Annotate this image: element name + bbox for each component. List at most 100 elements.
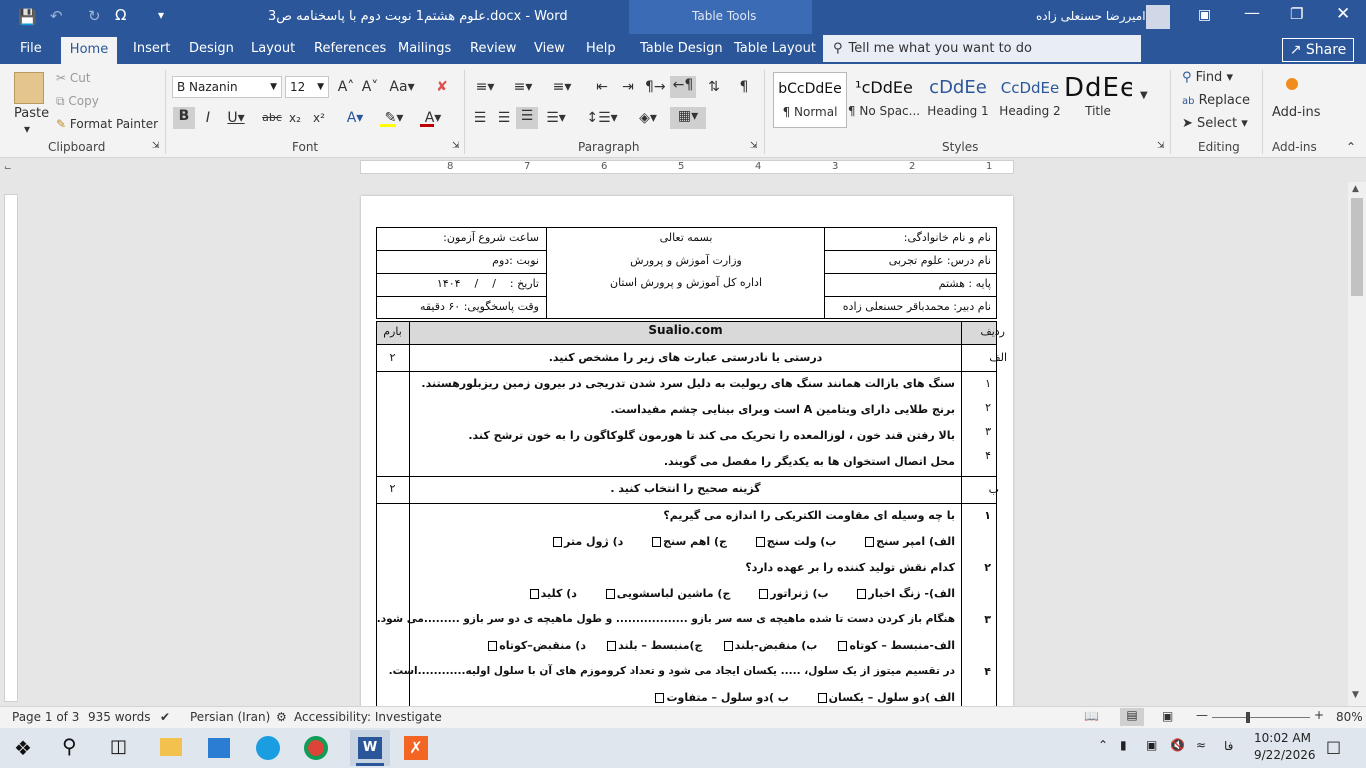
scroll-down-icon[interactable]: ▼ — [1352, 690, 1359, 700]
checkbox[interactable] — [655, 693, 665, 703]
tab-home[interactable]: Home — [61, 37, 117, 64]
print-layout-icon[interactable]: ▤ — [1120, 708, 1144, 726]
document-page[interactable]: نام و نام خانوادگی: نام درس: علوم تجربی … — [361, 196, 1013, 716]
language[interactable]: Persian (Iran) — [190, 710, 270, 724]
superscript-button[interactable]: x² — [310, 109, 328, 127]
grow-font-icon[interactable]: A˄ — [336, 78, 356, 96]
paste-icon[interactable] — [14, 72, 44, 104]
tab-table-design[interactable]: Table Design — [634, 34, 729, 64]
strikethrough-button[interactable]: abc — [262, 109, 282, 127]
justify-icon[interactable]: ☰▾ — [542, 109, 570, 127]
tab-selector-icon[interactable]: ⌙ — [4, 163, 12, 173]
checkbox[interactable] — [759, 589, 769, 599]
checkbox[interactable] — [857, 589, 867, 599]
checkbox[interactable] — [553, 537, 563, 547]
style-normal[interactable]: bCcDdEe ¶ Normal — [773, 72, 847, 128]
tell-me-search[interactable]: ⚲ Tell me what you want to do — [823, 35, 1141, 62]
font-launcher-icon[interactable]: ⇲ — [452, 141, 460, 151]
copy-button[interactable]: ⧉ Copy — [56, 94, 99, 109]
volume-muted-icon[interactable]: 🔇 — [1170, 738, 1185, 752]
find-button[interactable]: ⚲ Find ▾ — [1182, 70, 1233, 85]
format-painter-button[interactable]: ✎ Format Painter — [56, 117, 158, 131]
cut-button[interactable]: ✂ Cut — [56, 71, 91, 85]
tab-mailings[interactable]: Mailings — [392, 34, 457, 64]
tab-review[interactable]: Review — [464, 34, 522, 64]
clock-time[interactable]: 10:02 AM — [1254, 731, 1311, 745]
borders-icon[interactable]: ▦▾ — [670, 107, 706, 129]
add-ins-button[interactable]: Add-ins — [1272, 105, 1320, 120]
styles-launcher-icon[interactable]: ⇲ — [1157, 141, 1165, 151]
web-layout-icon[interactable]: ▣ — [1162, 709, 1173, 723]
checkbox[interactable] — [838, 641, 848, 651]
clock-date[interactable]: 9/22/2026 — [1254, 748, 1316, 762]
checkbox[interactable] — [817, 693, 827, 703]
paste-button[interactable]: Paste — [14, 106, 49, 121]
scroll-thumb[interactable] — [1351, 198, 1363, 296]
style-heading-2[interactable]: CcDdEe Heading 2 — [993, 72, 1067, 128]
checkbox[interactable] — [865, 537, 875, 547]
scroll-up-icon[interactable]: ▲ — [1352, 184, 1359, 194]
font-size-combo[interactable]: 12 ▼ — [285, 76, 329, 98]
style-heading-1[interactable]: cDdEe Heading 1 — [921, 72, 995, 128]
zoom-slider-thumb[interactable] — [1246, 712, 1250, 723]
tab-insert[interactable]: Insert — [127, 34, 176, 64]
tab-references[interactable]: References — [308, 34, 392, 64]
checkbox[interactable] — [488, 641, 498, 651]
zoom-in-icon[interactable]: + — [1314, 708, 1324, 722]
clipboard-launcher-icon[interactable]: ⇲ — [152, 141, 160, 151]
add-ins-icon[interactable] — [1286, 78, 1298, 90]
shading-icon[interactable]: ◈▾ — [632, 109, 664, 127]
select-button[interactable]: ➤ Select ▾ — [1182, 116, 1248, 131]
checkbox[interactable] — [607, 641, 617, 651]
underline-button[interactable]: U▾ — [222, 109, 250, 127]
edge-icon[interactable] — [256, 736, 280, 760]
replace-button[interactable]: ab Replace — [1182, 93, 1250, 108]
checkbox[interactable] — [652, 537, 662, 547]
search-icon[interactable]: ⚲ — [62, 734, 77, 758]
word-count[interactable]: 935 words — [88, 710, 150, 724]
symbol-omega-icon[interactable]: Ω — [115, 6, 126, 24]
close-icon[interactable]: ✕ — [1336, 4, 1350, 24]
tab-view[interactable]: View — [528, 34, 571, 64]
task-view-icon[interactable]: ◫ — [110, 736, 127, 757]
tab-file[interactable]: File — [14, 34, 48, 64]
zoom-out-icon[interactable]: — — [1196, 708, 1208, 722]
store-icon[interactable] — [208, 738, 230, 758]
chrome-icon[interactable] — [304, 736, 328, 760]
restore-icon[interactable]: ❐ — [1290, 5, 1303, 23]
styles-more-icon[interactable]: ▼ — [1140, 90, 1148, 101]
style-title[interactable]: DdEe Title — [1064, 72, 1132, 128]
collapse-ribbon-icon[interactable]: ⌃ — [1346, 140, 1356, 154]
increase-indent-icon[interactable]: ⇥ — [618, 78, 638, 96]
checkbox[interactable] — [723, 641, 733, 651]
input-language[interactable]: فا — [1224, 739, 1233, 753]
checkbox[interactable] — [755, 537, 765, 547]
zoom-slider[interactable] — [1212, 717, 1310, 718]
rtl-direction-icon[interactable]: ←¶ — [670, 76, 696, 98]
paragraph-launcher-icon[interactable]: ⇲ — [750, 141, 758, 151]
align-right-icon[interactable]: ☰ — [516, 107, 538, 129]
tab-design[interactable]: Design — [183, 34, 240, 64]
subscript-button[interactable]: x₂ — [286, 109, 304, 127]
numbering-icon[interactable]: ≡▾ — [510, 78, 536, 96]
user-name[interactable]: امیررضا حسنعلی زاده — [1036, 9, 1146, 23]
read-mode-icon[interactable]: 📖 — [1084, 709, 1099, 723]
checkbox[interactable] — [605, 589, 615, 599]
windows-start-icon[interactable]: ❖ — [14, 736, 32, 760]
tab-table-layout[interactable]: Table Layout — [728, 34, 822, 64]
show-marks-icon[interactable]: ¶ — [734, 78, 754, 96]
file-explorer-icon[interactable] — [160, 738, 182, 756]
notifications-icon[interactable]: □ — [1326, 737, 1341, 756]
decrease-indent-icon[interactable]: ⇤ — [592, 78, 612, 96]
sort-icon[interactable]: ⇅ — [704, 78, 724, 96]
redo-icon[interactable]: ↻ — [88, 7, 101, 25]
vertical-ruler[interactable] — [4, 194, 18, 702]
align-left-icon[interactable]: ☰ — [470, 109, 490, 127]
horizontal-ruler[interactable]: 8 7 6 5 4 3 2 1 — [360, 160, 1014, 174]
bullets-icon[interactable]: ≡▾ — [472, 78, 498, 96]
proofing-icon[interactable]: ✔ — [160, 710, 170, 724]
vertical-scrollbar[interactable]: ▲ ▼ — [1348, 182, 1366, 706]
undo-icon[interactable]: ↶ — [50, 7, 63, 25]
avatar[interactable] — [1146, 5, 1170, 29]
align-center-icon[interactable]: ☰ — [494, 109, 514, 127]
